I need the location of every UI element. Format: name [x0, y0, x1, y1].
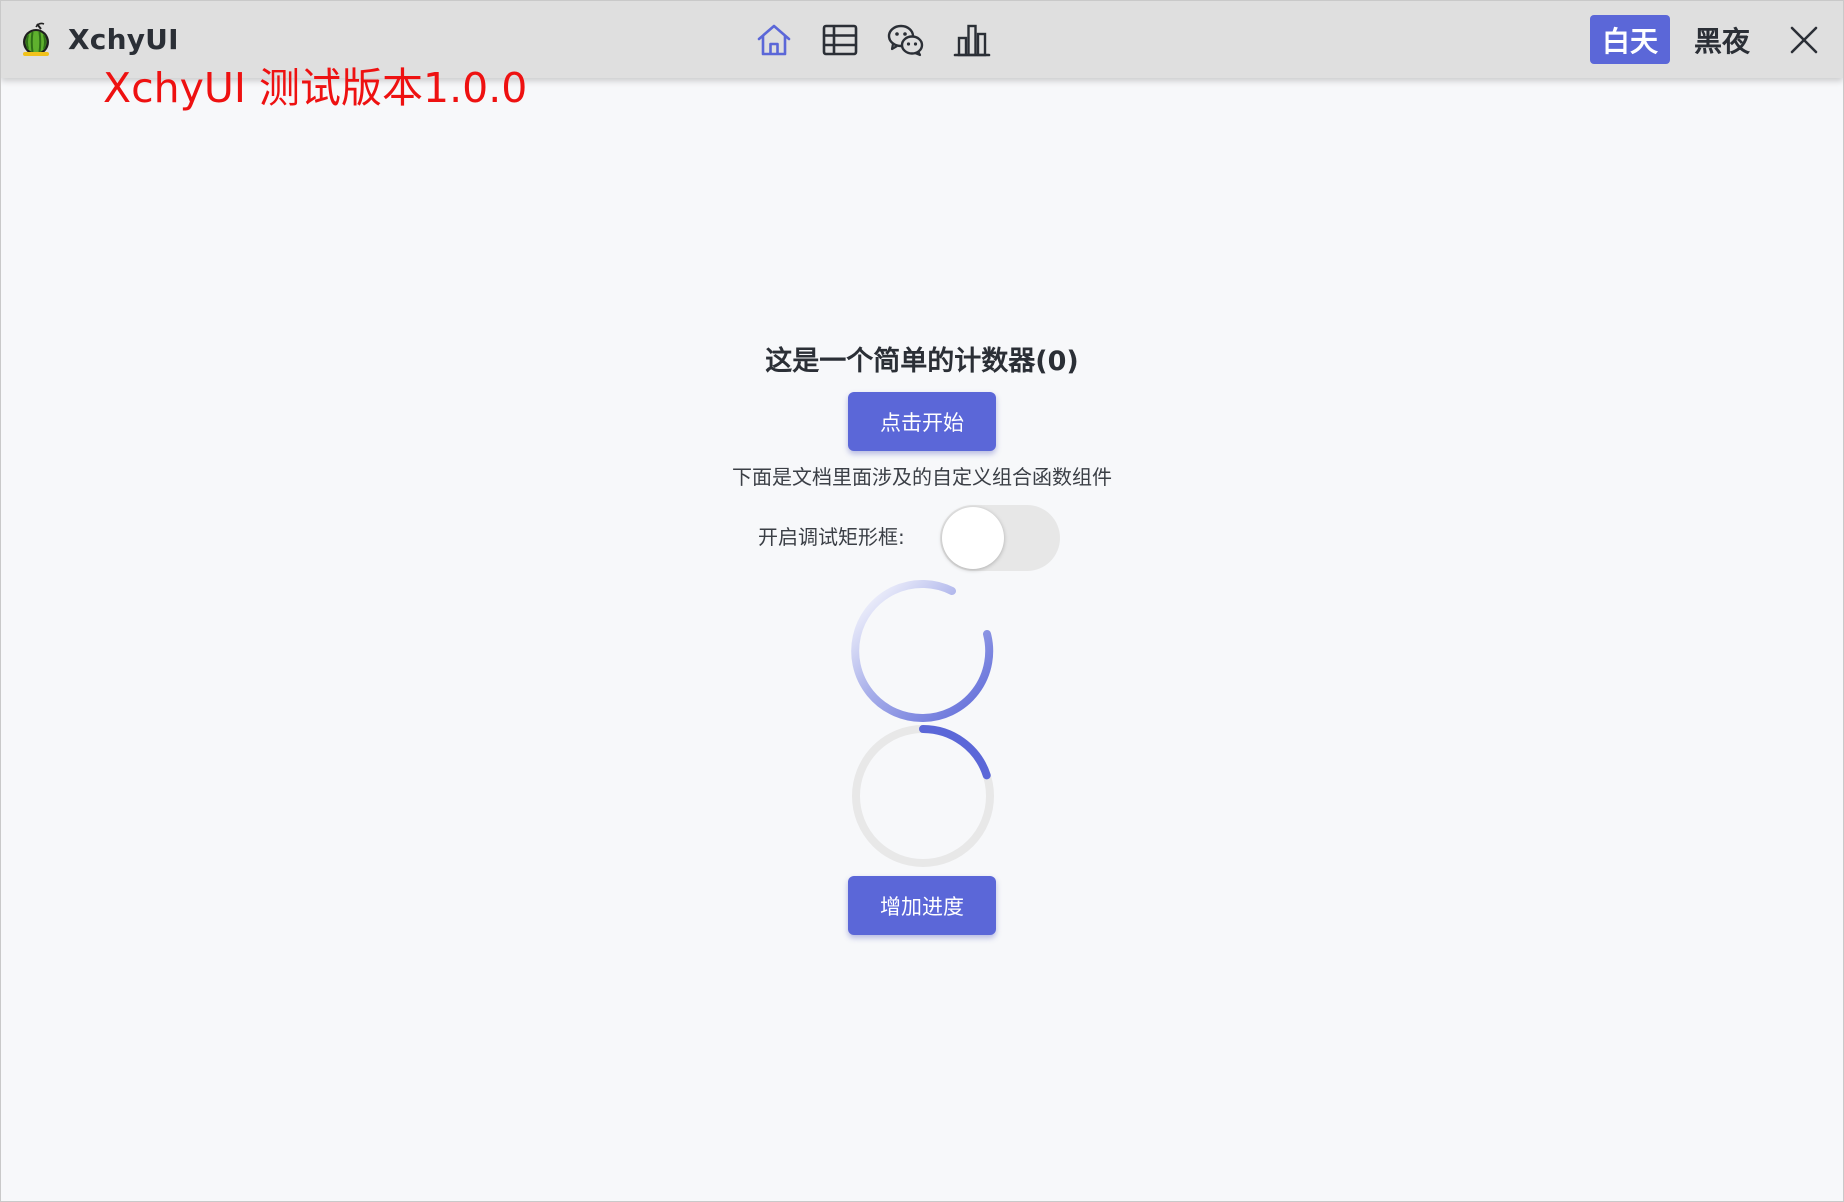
app-name: XchyUI [68, 23, 179, 56]
watermelon-logo-icon [23, 22, 49, 56]
loading-spinner-icon [851, 580, 994, 722]
night-theme-button[interactable]: 黑夜 [1681, 15, 1763, 64]
debug-toggle-switch[interactable] [940, 505, 1060, 571]
debug-toggle-label: 开启调试矩形框: [758, 525, 905, 549]
version-label: XchyUI 测试版本1.0.0 [103, 64, 528, 112]
main-content: 这是一个简单的计数器(0) 点击开始 下面是文档里面涉及的自定义组合函数组件 开… [1, 78, 1843, 1201]
close-icon[interactable] [1783, 19, 1825, 61]
toggle-knob [942, 507, 1004, 569]
increase-progress-button[interactable]: 增加进度 [848, 876, 996, 935]
progress-ring [852, 725, 994, 867]
table-icon[interactable] [819, 19, 861, 61]
start-button[interactable]: 点击开始 [848, 392, 996, 451]
nav-bar [753, 19, 993, 61]
counter-title: 这是一个简单的计数器(0) [765, 346, 1079, 377]
app-window: XchyUI 白天 黑夜 XchyUI 测试版本1.0.0 这是一个简单的计数器… [0, 0, 1844, 1202]
bar-chart-icon[interactable] [951, 19, 993, 61]
components-description: 下面是文档里面涉及的自定义组合函数组件 [732, 465, 1112, 489]
home-icon[interactable] [753, 19, 795, 61]
wechat-icon[interactable] [885, 19, 927, 61]
day-theme-button[interactable]: 白天 [1590, 15, 1670, 64]
